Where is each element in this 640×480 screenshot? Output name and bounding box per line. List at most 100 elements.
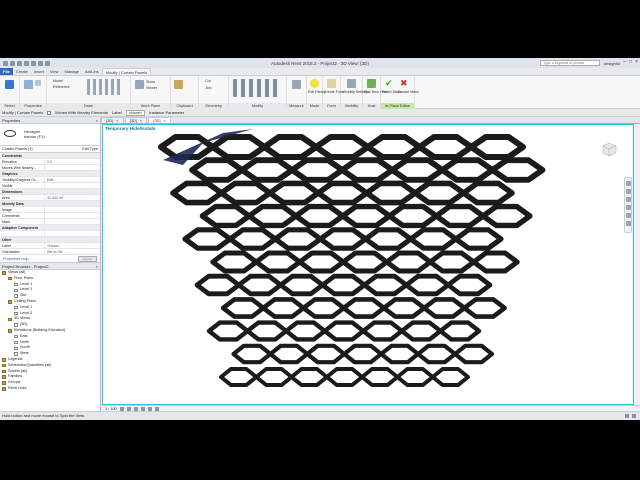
curtain-panel-model[interactable] xyxy=(103,125,634,405)
property-value[interactable]: 0.0 xyxy=(45,159,100,164)
tab-create[interactable]: Create xyxy=(13,68,31,75)
hexagon-panel-frame xyxy=(289,157,346,183)
hexagon-panel-frame xyxy=(320,273,367,297)
create-form-icon[interactable] xyxy=(327,79,336,88)
hexagon-panel-frame xyxy=(416,343,458,365)
minimize-icon[interactable]: – xyxy=(623,59,626,65)
view-icon xyxy=(14,311,18,316)
hexagon-panel-frame xyxy=(236,273,284,297)
navigation-bar[interactable] xyxy=(624,177,632,233)
mode-group: Edit Family Mode xyxy=(307,76,326,109)
filter-icon[interactable] xyxy=(632,414,636,418)
folder-icon xyxy=(2,358,6,362)
3d-view-canvas[interactable]: Temporary Hide/Isolate xyxy=(102,124,634,405)
view-icon xyxy=(14,334,18,339)
hexagon-panel-frame xyxy=(305,343,347,365)
viewcube[interactable] xyxy=(599,141,619,157)
properties-help-link[interactable]: Properties help xyxy=(3,257,29,261)
hexagon-panel-frame xyxy=(384,250,433,274)
modify-icon[interactable] xyxy=(5,80,14,89)
browser-node[interactable]: Revit Links xyxy=(0,386,100,392)
tab-view[interactable]: View xyxy=(47,68,62,75)
hexagon-panel-frame xyxy=(362,227,414,251)
folder-icon xyxy=(2,381,6,385)
property-value[interactable] xyxy=(45,183,100,188)
property-value[interactable] xyxy=(45,207,100,212)
folder-icon xyxy=(2,369,6,374)
search-input[interactable]: Type a keyword or phrase xyxy=(539,60,600,66)
tab-addins[interactable]: Add-Ins xyxy=(82,68,102,75)
hexagon-panel-frame xyxy=(289,367,329,387)
view-tabs: {3D} × {3D} × {3D} × xyxy=(101,117,640,124)
label-dropdown[interactable]: <None> xyxy=(125,109,146,116)
view-tab[interactable]: {3D} × xyxy=(101,117,124,123)
modify-tools-icon[interactable] xyxy=(233,79,281,97)
hexagon-panel-frame xyxy=(468,134,526,160)
apply-button[interactable]: Apply xyxy=(77,255,97,262)
type-properties-icon[interactable] xyxy=(35,80,41,86)
view-icon xyxy=(14,282,18,287)
draw-tools-icon[interactable] xyxy=(87,79,121,95)
hexagon-panel-frame xyxy=(245,320,289,342)
close-icon[interactable]: × xyxy=(96,117,98,124)
finish-mass-icon[interactable]: ✔ xyxy=(385,79,394,88)
close-icon[interactable]: × xyxy=(635,59,638,65)
instance-parameter-button[interactable]: Instance Parameter xyxy=(149,110,184,115)
edit-type-button[interactable]: Edit Type xyxy=(82,147,98,151)
property-value[interactable]: Set to Ob... xyxy=(45,249,100,254)
view-tab-active[interactable]: {3D} × xyxy=(148,117,171,123)
hexagon-panel-frame xyxy=(430,367,470,387)
hexagon-panel-frame xyxy=(471,250,520,274)
hexagon-type-icon xyxy=(4,130,16,137)
hexagon-panel-frame xyxy=(340,203,393,229)
set-workplane-icon[interactable] xyxy=(135,80,144,89)
visibility-settings-icon[interactable] xyxy=(347,79,356,88)
property-value[interactable]: <None> xyxy=(45,243,100,248)
tab-modify-curtain-panels[interactable]: Modify | Curtain Panels xyxy=(101,68,152,75)
moves-with-checkbox[interactable] xyxy=(47,110,52,115)
close-icon[interactable]: × xyxy=(96,263,98,270)
hexagon-panel-frame xyxy=(194,273,242,297)
maximize-icon[interactable]: □ xyxy=(629,59,632,65)
hexagon-panel-frame xyxy=(231,343,273,365)
cancel-mass-icon[interactable]: ✖ xyxy=(400,79,409,88)
project-browser-header: Project Browser - Project2 × xyxy=(0,263,100,270)
folder-icon xyxy=(2,387,6,391)
hexagon-panel-frame xyxy=(381,297,427,319)
folder-icon xyxy=(2,271,6,275)
hexagon-panel-frame xyxy=(239,157,296,183)
property-value[interactable] xyxy=(45,213,100,218)
hexagon-panel-frame xyxy=(341,297,387,319)
view-tab[interactable]: {3D} × xyxy=(124,117,148,123)
tab-insert[interactable]: Insert xyxy=(31,68,47,75)
properties-table: Constraints Elevation 0.0 Moves With Nearby… xyxy=(0,153,100,255)
hexagon-panel-frame xyxy=(220,297,266,319)
edit-family-icon[interactable] xyxy=(310,79,319,88)
tab-manage[interactable]: Manage xyxy=(62,68,82,75)
project-browser-tree: Views (all) Floor Plans Level 1 Level 2 Site… xyxy=(0,270,100,392)
selection-filter[interactable]: Curtain Panels (1) xyxy=(2,147,33,151)
hexagon-panel-frame xyxy=(379,343,421,365)
folder-icon xyxy=(2,363,6,368)
tab-file[interactable]: File xyxy=(0,68,13,75)
type-selector[interactable]: Hexagon hamun (F1) xyxy=(0,124,100,146)
hexagon-panel-frame xyxy=(360,367,400,387)
user-name[interactable]: designtoi xyxy=(604,61,620,66)
paste-icon[interactable] xyxy=(174,80,183,89)
property-value[interactable]: 42.442 m² xyxy=(45,195,100,200)
property-value[interactable] xyxy=(45,165,100,170)
hexagon-panel-frame xyxy=(297,250,346,274)
properties-icon[interactable] xyxy=(24,80,33,89)
property-value[interactable] xyxy=(45,231,100,236)
hexagon-panel-frame xyxy=(261,297,306,319)
property-value[interactable] xyxy=(45,219,100,224)
ribbon: Select Properties Model Reference Draw S… xyxy=(0,76,640,109)
pick-new-host-icon[interactable] xyxy=(367,79,376,88)
property-value[interactable]: Edit... xyxy=(45,177,100,182)
worksets-icon[interactable] xyxy=(625,414,629,418)
properties-header: Properties × xyxy=(0,117,100,124)
hexagon-panel-frame xyxy=(272,227,324,251)
hexagon-panel-frame xyxy=(324,367,365,387)
measure-icon[interactable] xyxy=(292,80,301,89)
hexagon-panel-frame xyxy=(389,157,446,183)
